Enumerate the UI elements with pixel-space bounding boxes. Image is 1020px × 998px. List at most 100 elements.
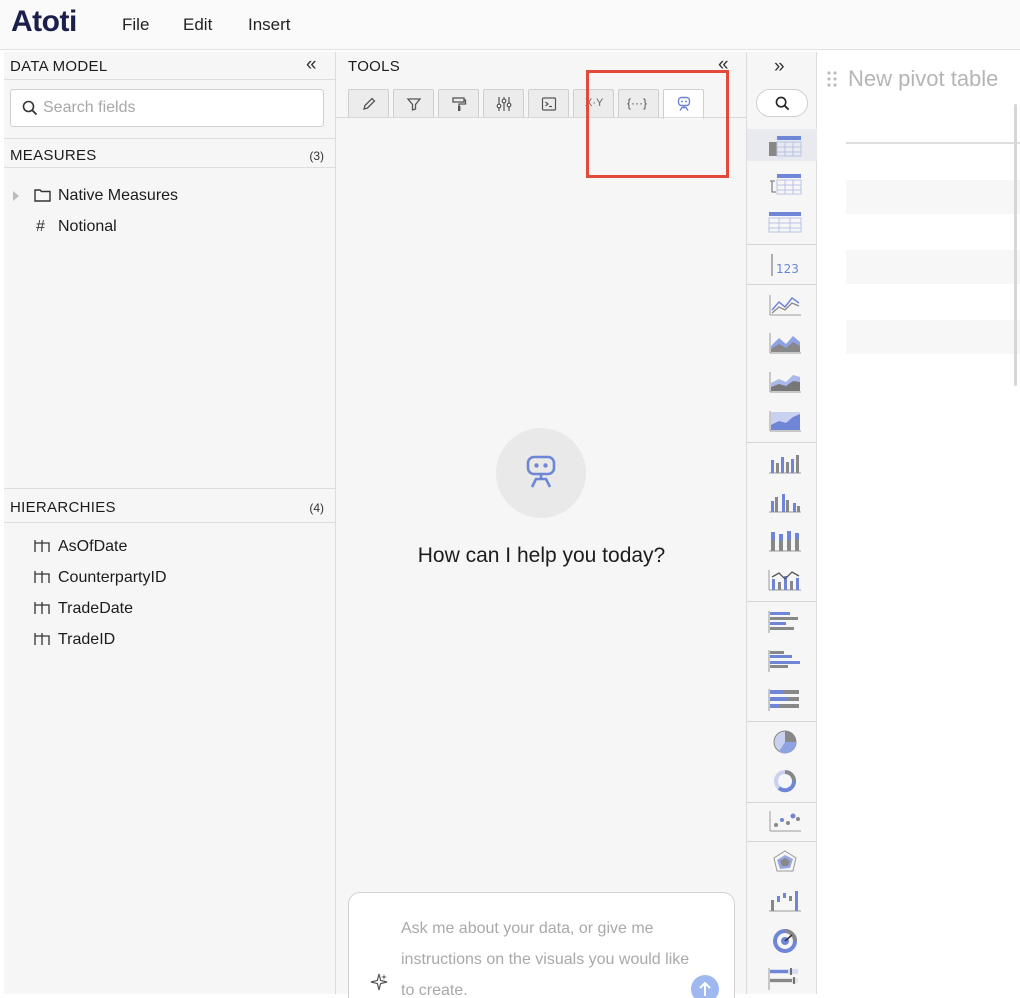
- pivot-placeholder-row: [846, 250, 1020, 284]
- widget-separator: [747, 442, 817, 443]
- collapse-data-model-icon[interactable]: «: [306, 55, 317, 75]
- widget-separator: [747, 841, 817, 842]
- robot-icon: [526, 455, 556, 488]
- hierarchies-header[interactable]: HIERARCHIES (4): [4, 489, 335, 523]
- canvas-scrollbar[interactable]: [1014, 104, 1017, 386]
- widget-separator: [747, 244, 817, 245]
- widget-separator: [747, 721, 817, 722]
- hierarchy-icon: [34, 540, 50, 552]
- column-chart-icon[interactable]: [767, 450, 803, 476]
- search-icon: [775, 96, 790, 111]
- paint-roller-icon: [452, 97, 467, 111]
- terminal-icon: [541, 97, 557, 111]
- bullet-chart-icon[interactable]: [767, 966, 803, 992]
- measures-header[interactable]: MEASURES (3): [4, 138, 335, 168]
- donut-chart-icon[interactable]: [767, 768, 803, 794]
- widget-separator: [747, 601, 817, 602]
- radar-chart-icon[interactable]: [767, 849, 803, 875]
- menu-edit[interactable]: Edit: [183, 15, 212, 35]
- hierarchies-count: (4): [309, 501, 324, 515]
- pie-chart-icon[interactable]: [767, 729, 803, 755]
- send-button[interactable]: [691, 975, 719, 998]
- drag-handle-icon[interactable]: [826, 70, 838, 88]
- sliders-icon: [496, 97, 512, 111]
- arrow-up-icon: [699, 981, 711, 996]
- top-bar: Atoti File Edit Insert: [0, 0, 1020, 50]
- clustered-bar-icon[interactable]: [767, 648, 803, 674]
- tab-filters[interactable]: [393, 89, 434, 118]
- chat-input-placeholder[interactable]: Ask me about your data, or give me instr…: [401, 913, 691, 998]
- assistant-greeting: How can I help you today?: [417, 544, 666, 567]
- tab-style[interactable]: [438, 89, 479, 118]
- hierarchy-icon: [34, 571, 50, 583]
- tab-settings[interactable]: [483, 89, 524, 118]
- tradedate-label: TradeDate: [58, 600, 133, 617]
- pivot-placeholder-row: [846, 320, 1020, 354]
- tab-query[interactable]: [528, 89, 569, 118]
- clustered-column-icon[interactable]: [767, 489, 803, 515]
- menu-insert[interactable]: Insert: [248, 15, 291, 35]
- tree-item-tradeid[interactable]: TradeID: [34, 627, 314, 653]
- pivot-header-line: [846, 142, 1020, 144]
- data-model-panel: DATA MODEL « MEASURES (3) Native Measure…: [4, 52, 336, 994]
- stacked-bar-icon[interactable]: [767, 687, 803, 713]
- widget-title[interactable]: New pivot table: [848, 66, 998, 92]
- tree-item-tradedate[interactable]: TradeDate: [34, 596, 314, 622]
- menu-file[interactable]: File: [122, 15, 149, 35]
- native-measures-label: Native Measures: [58, 187, 179, 204]
- search-icon: [22, 100, 38, 116]
- widget-separator: [747, 284, 817, 285]
- bar-chart-icon[interactable]: [767, 609, 803, 635]
- stacked-column-icon[interactable]: [767, 528, 803, 554]
- combo-chart-icon[interactable]: [767, 567, 803, 593]
- asofdate-label: AsOfDate: [58, 538, 128, 555]
- hierarchy-icon: [34, 602, 50, 614]
- pivot-placeholder-row: [846, 180, 1020, 214]
- svg-text:123: 123: [776, 262, 799, 276]
- tree-item-notional[interactable]: # Notional: [12, 214, 312, 240]
- stacked-area-icon[interactable]: [767, 369, 803, 395]
- field-search-box[interactable]: [10, 89, 324, 127]
- filter-icon: [406, 98, 422, 111]
- line-chart-icon[interactable]: [767, 292, 803, 318]
- hierarchies-title: HIERARCHIES: [10, 499, 116, 516]
- scatter-plot-icon[interactable]: [767, 808, 803, 834]
- sparkle-icon: [370, 973, 388, 991]
- waterfall-icon[interactable]: [767, 888, 803, 914]
- data-model-header: DATA MODEL «: [4, 52, 335, 80]
- search-fields-input[interactable]: [43, 90, 313, 126]
- tree-table-icon[interactable]: [767, 172, 803, 198]
- tools-title: TOOLS: [348, 58, 401, 75]
- counterpartyid-label: CounterpartyID: [58, 569, 167, 586]
- annotation-highlight-box: [586, 70, 729, 178]
- caret-right-icon[interactable]: [12, 190, 20, 202]
- atoti-logo: Atoti: [11, 5, 77, 38]
- gauge-icon[interactable]: [767, 927, 803, 953]
- measures-title: MEASURES: [10, 147, 97, 164]
- tree-item-native-measures[interactable]: Native Measures: [12, 183, 312, 209]
- measures-count: (3): [309, 149, 324, 163]
- widgets-panel: » 123: [747, 52, 817, 994]
- folder-icon: [34, 189, 51, 202]
- assistant-avatar: [496, 428, 586, 518]
- data-model-title: DATA MODEL: [10, 58, 108, 75]
- widget-search-button[interactable]: [756, 89, 808, 117]
- tree-item-counterpartyid[interactable]: CounterpartyID: [34, 565, 314, 591]
- area-chart-icon[interactable]: [767, 330, 803, 356]
- hash-icon: #: [36, 218, 45, 235]
- notional-label: Notional: [58, 218, 117, 235]
- widget-separator: [747, 802, 817, 803]
- pencil-icon: [363, 97, 376, 110]
- tab-edit[interactable]: [348, 89, 389, 118]
- hierarchy-icon: [34, 633, 50, 645]
- expand-widgets-icon[interactable]: »: [774, 57, 785, 77]
- pivot-table-icon[interactable]: [767, 134, 803, 160]
- table-icon[interactable]: [767, 210, 803, 236]
- kpi-icon[interactable]: 123: [767, 252, 803, 278]
- tradeid-label: TradeID: [58, 631, 116, 648]
- dashboard-canvas: New pivot table: [818, 52, 1020, 994]
- tree-item-asofdate[interactable]: AsOfDate: [34, 534, 314, 560]
- percent-area-icon[interactable]: [767, 408, 803, 434]
- chat-input-box[interactable]: Ask me about your data, or give me instr…: [348, 892, 735, 998]
- tools-panel: TOOLS « X·Y {···} How can I help you tod…: [336, 52, 747, 998]
